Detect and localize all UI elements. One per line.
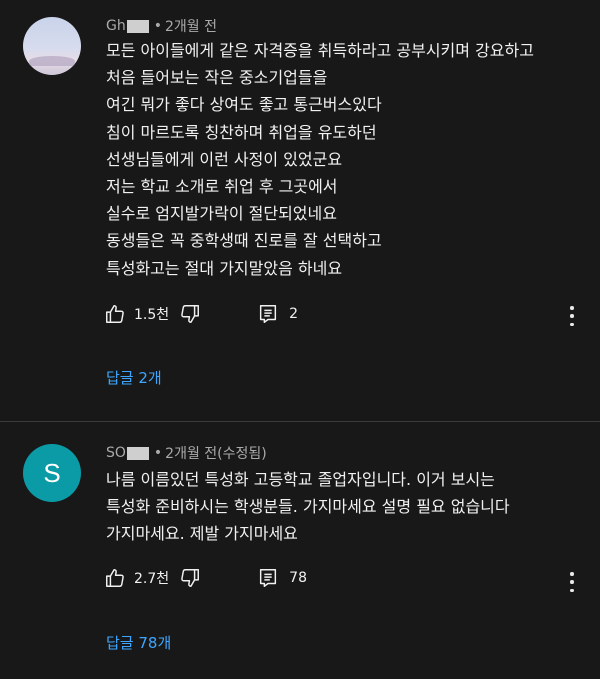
avatar[interactable] [23, 17, 81, 75]
comment-line: 특성화고는 절대 가지말았음 하네요 [106, 258, 343, 278]
separator-dot: • [153, 445, 163, 461]
thumbs-up-icon [104, 567, 126, 589]
dislike-button[interactable] [179, 567, 201, 589]
comment-line: 나름 이름있던 특성화 고등학교 졸업자입니다. 이거 보시는 [106, 470, 495, 489]
comment-text: 모든 아이들에게 같은 자격증을 취득하라고 공부시키며 강요하고 처음 들어보… [106, 37, 534, 282]
redacted-name-block [126, 19, 149, 33]
more-vertical-icon[interactable] [566, 572, 578, 592]
thumbs-down-icon [179, 303, 201, 325]
comment-line: 여긴 뭐가 좋다 상여도 좋고 통근버스있다 [106, 95, 382, 115]
reply-button[interactable]: 78 [257, 567, 307, 589]
view-replies-link[interactable]: 답글 78개 [106, 632, 171, 653]
comment-line: 특성화 준비하시는 학생분들. 가지마세요 설명 필요 없습니다 [106, 497, 510, 517]
like-count: 1.5천 [134, 307, 170, 323]
comment: Gh • 2개월 전 모든 아이들에게 같은 자격증을 취득하라고 공부시키며 … [0, 0, 600, 421]
comment-actions: 2.7천 78 [104, 567, 307, 589]
comment-meta: Gh • 2개월 전 [106, 16, 217, 36]
comment-line: 가지마세요. 제발 가지마세요 [106, 524, 298, 544]
comment-time[interactable]: 2개월 전(수정됨) [165, 443, 267, 463]
comment-line: 동생들은 꼭 중학생때 진로를 잘 선택하고 [106, 231, 382, 251]
thumbs-down-icon [179, 567, 201, 589]
author-name[interactable]: SO [106, 445, 126, 461]
like-count: 2.7천 [134, 571, 170, 587]
comment-line: 모든 아이들에게 같은 자격증을 취득하라고 공부시키며 강요하고 [106, 41, 534, 60]
comment: S SO • 2개월 전(수정됨) 나름 이름있던 특성화 고등학교 졸업자입니… [0, 422, 600, 679]
reply-button[interactable]: 2 [257, 303, 298, 325]
comment-line: 실수로 엄지발가락이 절단되었네요 [106, 204, 337, 224]
comment-icon [257, 567, 279, 589]
reply-count: 78 [289, 570, 307, 586]
dislike-button[interactable] [179, 303, 201, 325]
like-button[interactable]: 2.7천 [104, 567, 169, 589]
comment-line: 선생님들에게 이런 사정이 있었군요 [106, 149, 343, 169]
separator-dot: • [153, 18, 162, 34]
comment-line: 저는 학교 소개로 취업 후 그곳에서 [106, 177, 338, 197]
view-replies-link[interactable]: 답글 2개 [106, 367, 162, 388]
comment-line: 처음 들어보는 작은 중소기업들을 [106, 68, 328, 88]
avatar[interactable]: S [23, 444, 81, 502]
comment-line: 침이 마르도록 칭찬하며 취업을 유도하던 [106, 122, 377, 142]
comment-text: 나름 이름있던 특성화 고등학교 졸업자입니다. 이거 보시는 특성화 준비하시… [106, 466, 510, 548]
more-vertical-icon[interactable] [566, 306, 578, 326]
comment-icon [257, 303, 279, 325]
comment-actions: 1.5천 2 [104, 303, 298, 325]
redacted-name-block [126, 446, 149, 460]
comment-time[interactable]: 2개월 전 [165, 16, 217, 36]
avatar-letter: S [43, 457, 61, 488]
like-button[interactable]: 1.5천 [104, 303, 169, 325]
thumbs-up-icon [104, 303, 126, 325]
reply-count: 2 [289, 306, 299, 322]
comment-meta: SO • 2개월 전(수정됨) [106, 443, 267, 463]
author-name[interactable]: Gh [106, 18, 126, 34]
